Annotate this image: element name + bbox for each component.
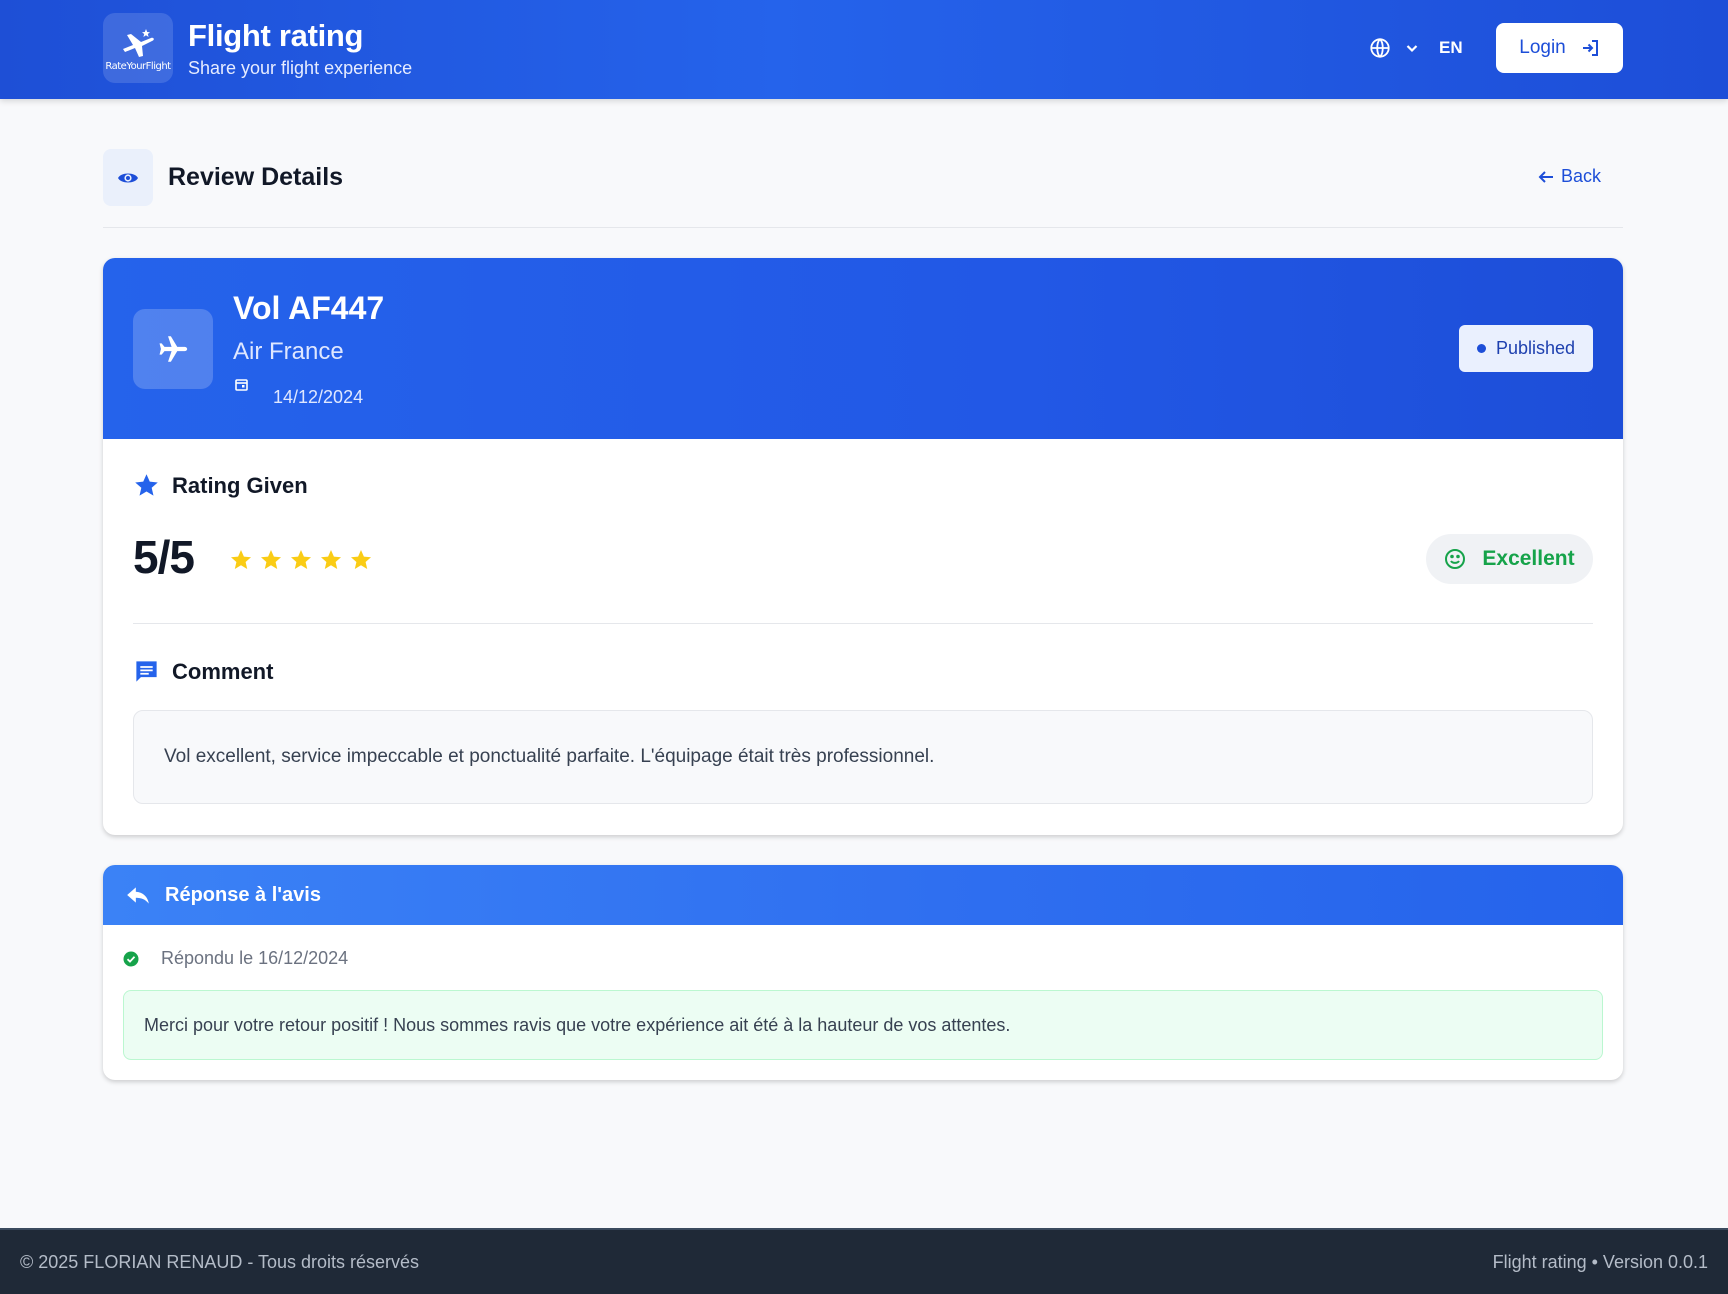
comment-text: Vol excellent, service impeccable et pon…: [133, 710, 1593, 804]
app-subtitle: Share your flight experience: [188, 58, 413, 78]
flight-icon-box: [133, 309, 213, 389]
back-button[interactable]: Back: [1537, 166, 1601, 187]
language-selector[interactable]: EN: [1369, 36, 1463, 60]
review-card: Vol AF447 Air France 14/12/2024 Publishe…: [103, 258, 1623, 835]
status-label: Published: [1495, 338, 1576, 358]
logo-wordmark: RateYourFlight: [105, 60, 171, 72]
airline-name: Air France: [233, 338, 344, 365]
rating-star-icon: [231, 550, 251, 569]
star-icon: [135, 474, 158, 496]
page-icon: [103, 149, 153, 206]
check-circle-icon: [123, 951, 139, 966]
title-divider: [103, 227, 1623, 228]
smiley-icon: [1445, 549, 1466, 569]
rating-star-icon: [351, 550, 371, 569]
rating-section-header: Rating Given: [133, 472, 308, 499]
globe-icon: [1370, 38, 1390, 58]
comment-icon: [136, 661, 157, 682]
airplane-icon: [159, 336, 188, 362]
rating-star-icon: [261, 550, 281, 569]
brand-logo[interactable]: RateYourFlight: [103, 13, 173, 83]
footer-version: Flight rating • Version 0.0.1: [1492, 1252, 1708, 1272]
page-title: Review Details: [168, 163, 344, 191]
login-button[interactable]: Login: [1496, 23, 1623, 73]
app-header: RateYourFlight Flight rating Share your …: [0, 0, 1728, 99]
response-header: Réponse à l'avis: [103, 865, 1623, 925]
rating-verdict-badge: Excellent: [1426, 534, 1593, 584]
rating-score: 5/5: [133, 531, 195, 583]
reply-icon: [127, 887, 149, 904]
flight-header: Vol AF447 Air France 14/12/2024 Publishe…: [103, 258, 1623, 439]
flight-date: 14/12/2024: [273, 387, 364, 407]
eye-icon: [118, 173, 138, 182]
rating-section-title: Rating Given: [172, 472, 308, 498]
chevron-down-icon: [1406, 45, 1418, 53]
footer-copyright: © 2025 FLORIAN RENAUD - Tous droits rése…: [20, 1252, 420, 1272]
footer: © 2025 FLORIAN RENAUD - Tous droits rése…: [0, 1228, 1728, 1294]
rating-star-icon: [291, 550, 311, 569]
status-dot: [1476, 344, 1486, 353]
app-title: Flight rating: [188, 18, 364, 53]
card-divider: [133, 623, 1593, 624]
answered-date: Répondu le 16/12/2024: [161, 948, 349, 968]
rating-stars: [229, 548, 379, 572]
answered-info: Répondu le 16/12/2024: [123, 948, 348, 969]
comment-section-title: Comment: [172, 658, 274, 684]
status-badge: Published: [1459, 325, 1593, 372]
response-card: Réponse à l'avis Répondu le 16/12/2024 M…: [103, 865, 1623, 1080]
back-label: Back: [1561, 166, 1602, 186]
response-text: Merci pour votre retour positif ! Nous s…: [123, 990, 1603, 1060]
flight-number: Vol AF447: [233, 290, 385, 326]
calendar-icon: [235, 379, 248, 391]
language-code: EN: [1439, 38, 1463, 57]
arrow-left-icon: [1538, 170, 1553, 183]
rating-star-icon: [321, 550, 341, 569]
login-label: Login: [1519, 37, 1566, 58]
response-title: Réponse à l'avis: [165, 883, 321, 906]
comment-section-header: Comment: [133, 658, 273, 685]
plane-logo-icon: [123, 28, 154, 57]
login-icon: [1582, 40, 1598, 56]
rating-verdict: Excellent: [1482, 547, 1575, 570]
